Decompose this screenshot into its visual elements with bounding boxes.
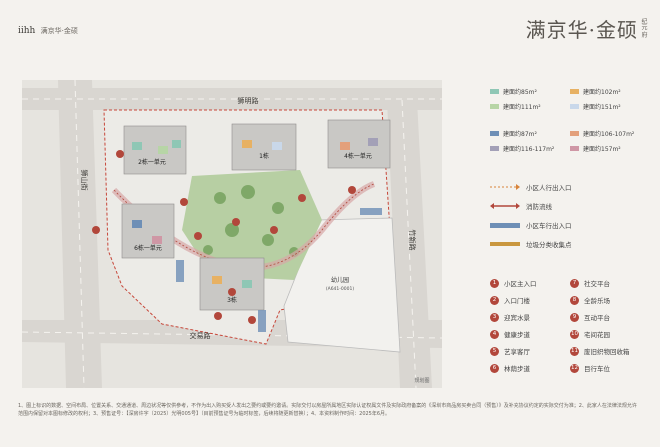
legend-garbage-point: 垃圾分类收集点 xyxy=(490,238,572,250)
facility-item: 6 林荫步道 xyxy=(490,362,530,374)
site-plan-map: 狮明路 狮山街 交易路 竹新路 2栋一单元 1栋 4栋一单元 6栋一单元 3栋 … xyxy=(22,80,442,388)
map-corner-label: 规划图 xyxy=(414,377,429,384)
legend-swatch xyxy=(570,103,579,109)
legend-pedestrian-entrance: 小区人行出入口 xyxy=(490,181,572,193)
facility-item: 4 健康步道 xyxy=(490,328,530,340)
road-label-south: 交易路 xyxy=(190,331,211,340)
facility-item: 8 全龄乐场 xyxy=(570,294,610,306)
facility-item: 11 废旧织物回收箱 xyxy=(570,346,630,356)
facility-item: 2 入口门楼 xyxy=(490,294,530,306)
building-label-3: 3栋 xyxy=(227,296,237,304)
building-label-2: 2栋一单元 xyxy=(138,158,166,166)
header-bar: iihh 满京华·金硕 满京华·金硕 纪元 府 xyxy=(0,0,660,60)
legend-area-item: 建面约157m² xyxy=(570,143,621,153)
facility-item: 10 宅间花园 xyxy=(570,329,610,339)
legend-swatch xyxy=(490,145,499,151)
legend-area-item: 建面约85m² xyxy=(490,86,537,96)
developer-logo: iihh 满京华·金硕 xyxy=(18,26,78,36)
legend-area-item: 建面约111m² xyxy=(490,101,541,111)
legend-swatch xyxy=(490,88,499,94)
garbage-point-icon xyxy=(490,242,520,246)
site-plan-svg: 狮明路 狮山街 交易路 竹新路 2栋一单元 1栋 4栋一单元 6栋一单元 3栋 … xyxy=(22,80,442,388)
vehicle-entrance-icon xyxy=(490,222,520,228)
brand-title: 满京华·金硕 xyxy=(525,18,638,42)
fire-route-icon xyxy=(490,203,520,209)
legend-area-item: 建面约116-117m² xyxy=(490,143,554,153)
building-label-1: 1栋 xyxy=(259,152,269,160)
road-label-west: 狮山街 xyxy=(80,170,89,191)
legend-swatch xyxy=(490,130,499,136)
facility-item: 3 迎宾水景 xyxy=(490,311,530,323)
facility-item: 1 小区主入口 xyxy=(490,277,537,289)
pedestrian-entrance-icon xyxy=(490,184,520,190)
road-label-north: 狮明路 xyxy=(238,96,259,105)
legend-area-item: 建面约102m² xyxy=(570,86,621,96)
kindergarten-sub: (A641-0001) xyxy=(326,286,354,292)
legend-area-item: 建面约151m² xyxy=(570,101,621,111)
legend-swatch xyxy=(570,130,579,136)
legend-swatch xyxy=(570,145,579,151)
facility-item: 9 互动平台 xyxy=(570,311,610,323)
kindergarten-label: 幼儿园 xyxy=(331,276,349,284)
legend-fire-route: 消防流线 xyxy=(490,200,552,212)
building-4 xyxy=(327,119,391,169)
road-label-east: 竹新路 xyxy=(408,230,417,251)
legend-vehicle-entrance: 小区车行出入口 xyxy=(490,219,572,231)
developer-logo-mark: iihh xyxy=(18,26,36,36)
facility-item: 7 社交平台 xyxy=(570,277,610,289)
legend-swatch xyxy=(490,103,499,109)
building-1 xyxy=(231,123,297,171)
building-label-4: 4栋一单元 xyxy=(344,152,372,160)
facility-item: 12 目行车位 xyxy=(570,363,610,373)
disclaimer-footnote: 1、图上标识的数据、空间布局、位置关系、交通通道、周边状况等仅供参考，不作为出入… xyxy=(18,403,637,417)
legend-area-item: 建面约106-107m² xyxy=(570,128,634,138)
brand-subtitle: 纪元 府 xyxy=(640,18,647,38)
building-label-6: 6栋一单元 xyxy=(134,244,162,252)
legend-swatch xyxy=(570,88,579,94)
legend-area-item: 建面约87m² xyxy=(490,128,537,138)
developer-logo-text: 满京华·金硕 xyxy=(40,27,78,35)
facility-item: 5 艺享客厅 xyxy=(490,345,530,357)
